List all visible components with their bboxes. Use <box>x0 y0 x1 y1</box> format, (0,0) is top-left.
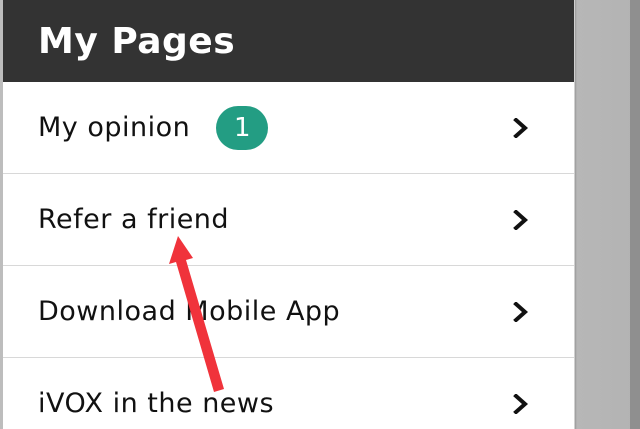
menu-item-label: iVOX in the news <box>38 388 275 419</box>
menu-item-refer-a-friend[interactable]: Refer a friend <box>3 174 574 266</box>
notification-badge: 1 <box>216 105 269 150</box>
menu-item-my-opinion[interactable]: My opinion 1 <box>3 82 574 174</box>
panel-title: My Pages <box>38 20 236 62</box>
my-pages-panel: My Pages My opinion 1 Refer a friend Dow… <box>3 0 575 429</box>
menu-item-label: Refer a friend <box>38 204 230 235</box>
chevron-right-icon <box>512 301 530 322</box>
menu-item-label: My opinion <box>38 112 191 143</box>
app-frame: My Pages My opinion 1 Refer a friend Dow… <box>0 0 640 429</box>
chevron-right-icon <box>512 117 530 138</box>
chevron-right-icon <box>512 393 530 414</box>
side-background <box>574 0 640 429</box>
menu-item-download-mobile-app[interactable]: Download Mobile App <box>3 266 574 358</box>
menu-item-ivox-in-the-news[interactable]: iVOX in the news <box>3 358 574 429</box>
panel-header: My Pages <box>3 0 574 82</box>
menu-list: My opinion 1 Refer a friend Download Mob <box>3 82 574 429</box>
menu-item-label: Download Mobile App <box>38 296 341 327</box>
chevron-right-icon <box>512 209 530 230</box>
